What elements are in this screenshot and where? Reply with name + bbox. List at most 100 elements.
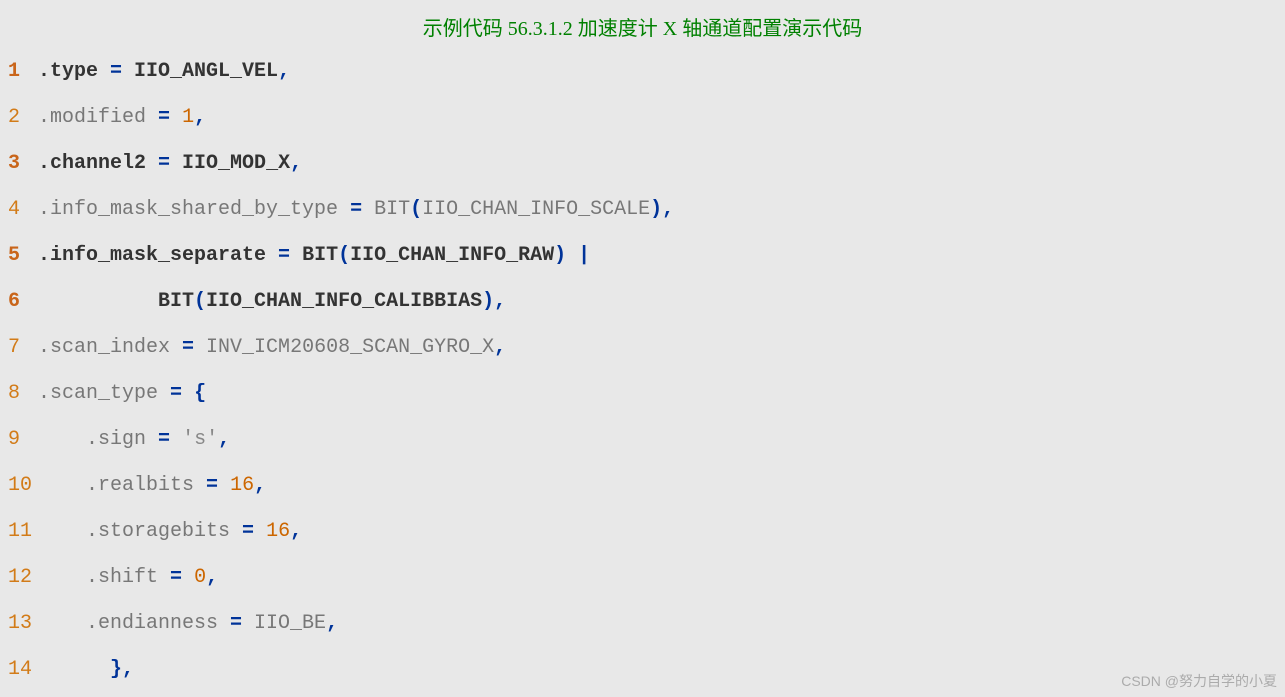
code-line: 11 .storagebits = 16, [4,509,1281,555]
token-code: .sign [38,428,158,451]
token-op: = [158,428,170,451]
token-op: , [218,428,230,451]
token-code: INV_ICM20608_SCAN_GYRO_X [194,336,494,359]
token-op: = [158,152,170,175]
code-content: .info_mask_separate = BIT(IIO_CHAN_INFO_… [38,233,590,279]
line-number: 12 [4,555,38,601]
code-content: .realbits = 16, [38,463,266,509]
token-op: = [158,106,170,129]
token-code: .endianness [38,612,230,635]
code-line: 5.info_mask_separate = BIT(IIO_CHAN_INFO… [4,233,1281,279]
token-code [566,244,578,267]
line-number: 14 [4,647,38,693]
code-content: .scan_type = { [38,371,206,417]
token-code: IIO_ANGL_VEL [122,60,278,83]
token-op: | [578,244,590,267]
token-code: IIO_CHAN_INFO_SCALE [422,198,650,221]
code-line: 4.info_mask_shared_by_type = BIT(IIO_CHA… [4,187,1281,233]
code-content: .channel2 = IIO_MOD_X, [38,141,302,187]
token-code: IIO_CHAN_INFO_CALIBBIAS [206,290,482,313]
code-line: 14 }, [4,647,1281,693]
token-op: = [242,520,254,543]
token-code [182,566,194,589]
line-number: 7 [4,325,38,371]
line-number: 11 [4,509,38,555]
token-op: , [290,152,302,175]
token-op: = [230,612,242,635]
watermark: CSDN @努力自学的小夏 [1121,671,1277,691]
token-op: ( [410,198,422,221]
code-content: .shift = 0, [38,555,218,601]
line-number: 9 [4,417,38,463]
line-number: 13 [4,601,38,647]
code-line: 2.modified = 1, [4,95,1281,141]
code-line: 6 BIT(IIO_CHAN_INFO_CALIBBIAS), [4,279,1281,325]
code-content: .scan_index = INV_ICM20608_SCAN_GYRO_X, [38,325,506,371]
token-code: .modified [38,106,158,129]
token-num: 16 [230,474,254,497]
token-code [254,520,266,543]
line-number: 6 [4,279,38,325]
token-op: ( [338,244,350,267]
token-op: , [206,566,218,589]
code-line: 12 .shift = 0, [4,555,1281,601]
token-num: 16 [266,520,290,543]
token-code: BIT [38,290,194,313]
code-line: 7.scan_index = INV_ICM20608_SCAN_GYRO_X, [4,325,1281,371]
token-op: = [110,60,122,83]
token-op: = [170,566,182,589]
line-number: 8 [4,371,38,417]
token-code: .channel2 [38,152,158,175]
token-op: , [290,520,302,543]
token-code: .scan_type [38,382,170,405]
token-code: .scan_index [38,336,182,359]
code-listing-title: 示例代码 56.3.1.2 加速度计 X 轴通道配置演示代码 [0,0,1285,49]
token-op: , [194,106,206,129]
line-number: 1 [4,49,38,95]
code-line: 10 .realbits = 16, [4,463,1281,509]
code-line: 8.scan_type = { [4,371,1281,417]
token-code [182,382,194,405]
token-code [170,106,182,129]
token-code [218,474,230,497]
token-num: 1 [182,106,194,129]
code-content: }, [38,647,134,693]
code-content: .info_mask_shared_by_type = BIT(IIO_CHAN… [38,187,674,233]
code-content: .sign = 's', [38,417,230,463]
token-code: .storagebits [38,520,242,543]
code-content: .storagebits = 16, [38,509,302,555]
token-code: BIT [362,198,410,221]
token-str: 's' [182,428,218,451]
token-code: .shift [38,566,170,589]
token-op: { [194,382,206,405]
code-content: .modified = 1, [38,95,206,141]
token-op: ), [482,290,506,313]
token-code: IIO_CHAN_INFO_RAW [350,244,554,267]
token-code: IIO_MOD_X [170,152,290,175]
token-op: = [170,382,182,405]
token-op: }, [110,658,134,681]
token-op: , [326,612,338,635]
token-num: 0 [194,566,206,589]
code-content: BIT(IIO_CHAN_INFO_CALIBBIAS), [38,279,506,325]
token-code: .type [38,60,110,83]
line-number: 3 [4,141,38,187]
code-line: 9 .sign = 's', [4,417,1281,463]
token-op: = [206,474,218,497]
token-code: .realbits [38,474,206,497]
code-line: 13 .endianness = IIO_BE, [4,601,1281,647]
token-code [38,658,110,681]
token-code: IIO_BE [242,612,326,635]
line-number: 10 [4,463,38,509]
code-content: .endianness = IIO_BE, [38,601,338,647]
code-listing: 1.type = IIO_ANGL_VEL,2.modified = 1,3.c… [0,49,1285,693]
code-line: 3.channel2 = IIO_MOD_X, [4,141,1281,187]
code-line: 1.type = IIO_ANGL_VEL, [4,49,1281,95]
line-number: 4 [4,187,38,233]
line-number: 5 [4,233,38,279]
token-op: , [494,336,506,359]
token-op: = [182,336,194,359]
line-number: 2 [4,95,38,141]
token-op: , [254,474,266,497]
token-op: = [278,244,290,267]
